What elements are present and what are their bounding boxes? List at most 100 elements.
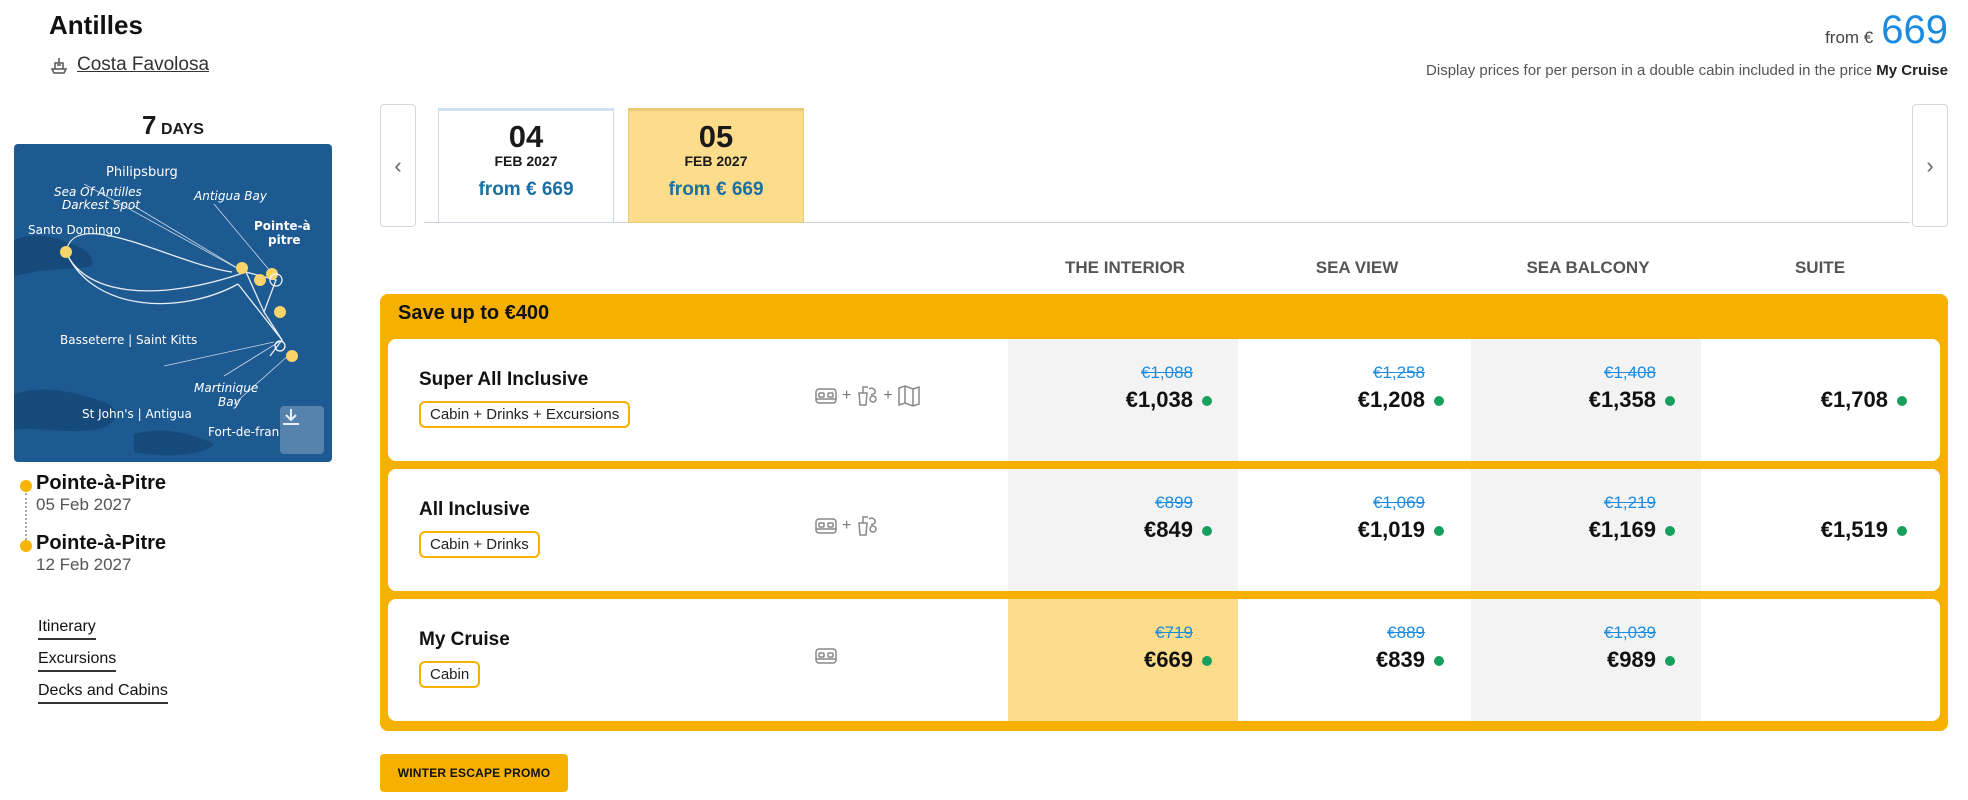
from-label: from €	[1825, 28, 1874, 47]
sidebar-link-decks-cabins[interactable]: Decks and Cabins	[38, 682, 168, 704]
price-cell[interactable]: €1,258 €1,208	[1240, 339, 1470, 461]
package-tag: Cabin	[419, 661, 481, 688]
map-label-antigua-bay: Antigua Bay	[193, 189, 268, 203]
departure-dot	[20, 480, 32, 492]
price-cell[interactable]: €1,219 €1,169	[1471, 469, 1701, 591]
price-cell[interactable]: €1,519	[1703, 469, 1933, 591]
next-dates-button[interactable]: ›	[1912, 104, 1948, 227]
prev-dates-button[interactable]: ‹	[380, 104, 416, 227]
availability-dot	[1897, 396, 1907, 406]
sidebar-link-excursions[interactable]: Excursions	[38, 650, 117, 672]
current-price: €1,208	[1357, 387, 1425, 412]
current-price: €839	[1376, 647, 1425, 672]
chevron-left-icon: ‹	[394, 152, 402, 178]
current-price: €1,358	[1588, 387, 1656, 412]
current-price: €1,038	[1125, 387, 1193, 412]
ship-name: Costa Favolosa	[77, 54, 210, 75]
map-label-santo-domingo: Santo Domingo	[28, 223, 121, 237]
date-tab-month: FEB 2027	[494, 153, 558, 169]
price-cell[interactable]: €1,069 €1,019	[1240, 469, 1470, 591]
bed-icon	[815, 518, 837, 534]
plus-sign: +	[842, 517, 852, 534]
date-tab-price: from € 669	[668, 179, 764, 200]
map-label-st-johns: St John's | Antigua	[82, 407, 192, 421]
page-title: Antilles	[49, 10, 143, 40]
old-price: €1,088	[1141, 363, 1193, 382]
date-tab-day: 05	[698, 119, 734, 154]
old-price: €719	[1155, 623, 1193, 642]
map-icon	[897, 385, 920, 407]
current-price: €669	[1144, 647, 1193, 672]
package-icons: + +	[813, 383, 922, 409]
header-price: from € 669	[1825, 8, 1948, 53]
column-header-sea-view: SEA VIEW	[1315, 258, 1399, 277]
price-cell[interactable]: €899 €849	[1008, 469, 1238, 591]
departure-date: 05 Feb 2027	[36, 495, 132, 514]
package-icons: +	[813, 513, 880, 539]
old-price: €1,039	[1604, 623, 1656, 642]
package-name: All Inclusive	[419, 499, 530, 520]
price-cell[interactable]: €1,708	[1703, 339, 1933, 461]
map-label-philipsburg: Philipsburg	[106, 165, 178, 180]
date-tab-05-feb[interactable]: 05 FEB 2027 from € 669	[628, 108, 804, 223]
offer-box: Save up to €400 Super All Inclusive Cabi…	[380, 294, 1948, 731]
itinerary-map[interactable]: Philipsburg Sea Of Antilles Darkest Spot…	[14, 144, 332, 462]
arrival-date: 12 Feb 2027	[36, 555, 132, 574]
from-price: 669	[1881, 8, 1948, 52]
price-note: Display prices for per person in a doubl…	[1426, 62, 1948, 79]
package-name: My Cruise	[419, 629, 510, 650]
old-price: €1,408	[1604, 363, 1656, 382]
price-note-text: Display prices for per person in a doubl…	[1426, 62, 1873, 79]
date-tab-04-feb[interactable]: 04 FEB 2027 from € 669	[438, 108, 614, 223]
package-name: Super All Inclusive	[419, 369, 589, 390]
price-cell-selected[interactable]: €719 €669	[1008, 599, 1238, 721]
old-price: €1,069	[1373, 493, 1425, 512]
price-cell[interactable]: €1,039 €989	[1471, 599, 1701, 721]
current-price: €989	[1607, 647, 1656, 672]
current-price: €849	[1144, 517, 1193, 542]
map-label-pitre: pitre	[268, 233, 301, 247]
date-tab-price: from € 669	[478, 179, 574, 200]
bed-icon	[815, 648, 837, 664]
plus-sign: +	[842, 387, 852, 404]
drinks-icon	[858, 516, 878, 536]
availability-dot	[1202, 656, 1212, 666]
map-label-bay: Bay	[218, 395, 242, 409]
chevron-right-icon: ›	[1926, 152, 1934, 178]
arrival-port-name: Pointe-à-Pitre	[36, 532, 167, 554]
map-label-martinique: Martinique	[194, 381, 258, 395]
arrival-port: Pointe-à-Pitre 12 Feb 2027	[20, 532, 167, 575]
date-tab-day: 04	[508, 119, 544, 154]
package-tag: Cabin + Drinks	[419, 531, 540, 558]
map-label-darkest-spot: Darkest Spot	[62, 198, 141, 212]
days-label: DAYS	[160, 121, 204, 138]
sidebar-link-itinerary[interactable]: Itinerary	[38, 618, 96, 640]
ship-icon	[50, 58, 68, 74]
price-cell[interactable]: €889 €839	[1240, 599, 1470, 721]
drinks-icon	[858, 386, 878, 406]
old-price: €899	[1155, 493, 1193, 512]
ship-link[interactable]: Costa Favolosa	[49, 54, 209, 76]
price-cell-empty	[1703, 599, 1933, 721]
package-icons	[813, 643, 839, 669]
price-cell[interactable]: €1,408 €1,358	[1471, 339, 1701, 461]
old-price: €889	[1387, 623, 1425, 642]
arrival-dot	[20, 540, 32, 552]
package-row-all-inclusive: All Inclusive Cabin + Drinks + €899 €849…	[388, 469, 1940, 591]
availability-dot	[1434, 396, 1444, 406]
availability-dot	[1202, 396, 1212, 406]
availability-dot	[1434, 656, 1444, 666]
plus-sign: +	[883, 387, 893, 404]
package-tag: Cabin + Drinks + Excursions	[419, 401, 631, 428]
map-label-fort-de-france: Fort-de-fran	[208, 425, 279, 439]
save-banner: Save up to €400	[398, 302, 550, 324]
winter-escape-promo-badge[interactable]: WINTER ESCAPE PROMO	[380, 754, 568, 792]
map-label-pointe-a: Pointe-à	[254, 219, 311, 233]
departure-port-name: Pointe-à-Pitre	[36, 472, 167, 494]
price-note-bold: My Cruise	[1876, 62, 1948, 79]
price-cell[interactable]: €1,088 €1,038	[1008, 339, 1238, 461]
column-header-sea-balcony: SEA BALCONY	[1526, 258, 1650, 277]
map-download-button[interactable]	[280, 406, 324, 454]
current-price: €1,169	[1588, 517, 1656, 542]
package-row-my-cruise: My Cruise Cabin €719 €669 €889 €839 €1,0…	[388, 599, 1940, 721]
